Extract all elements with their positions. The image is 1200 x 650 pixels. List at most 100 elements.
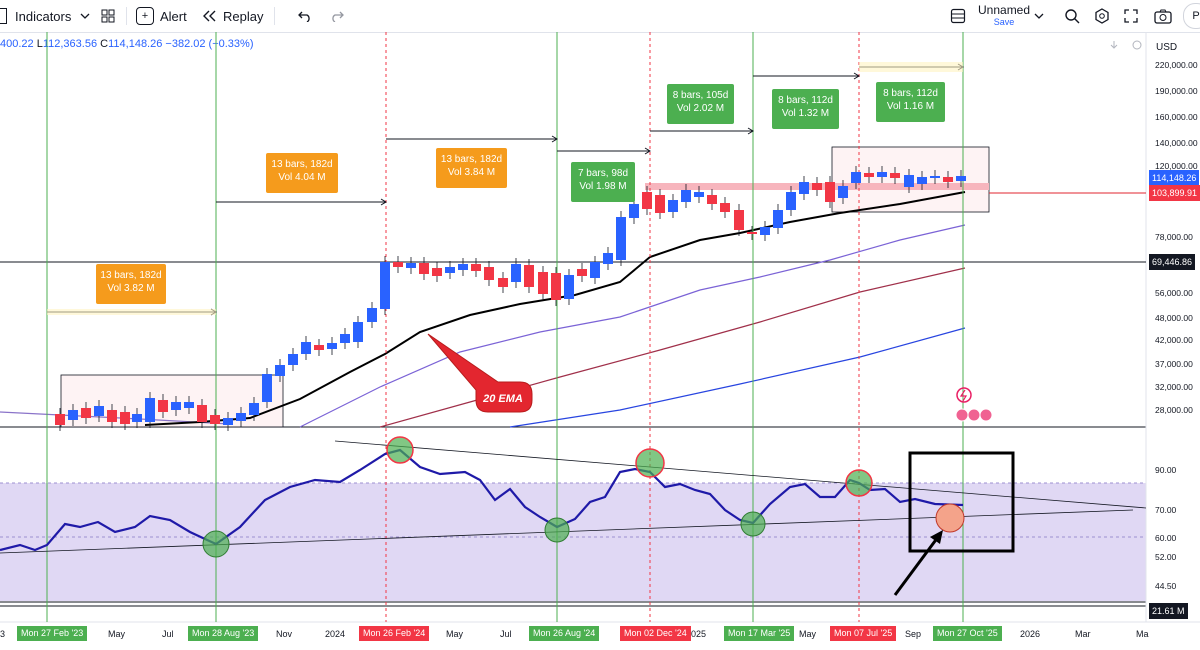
settings-icon-small[interactable] [1132,40,1142,50]
rsi-pivot-high-2 [635,448,665,478]
fullscreen-button[interactable] [1124,0,1138,32]
avatar-letter: P [1183,3,1200,29]
time-axis[interactable]: 3 May Jul Nov 2024 May Jul 2025 May Sep 2026 Mar Ma M… [0,622,1149,650]
toolbar-divider-2 [274,0,275,32]
candle-body [838,186,848,198]
annotation-4[interactable]: 7 bars, 98d Vol 1.98 M [571,162,635,202]
currency-label[interactable]: USD [1156,42,1177,53]
price-tick-label: 190,000.00 [1155,86,1198,96]
layout-save-button[interactable] [950,0,966,32]
candle-body [94,406,104,416]
avatar[interactable]: P [1183,0,1200,32]
price-tick-label: 37,000.00 [1155,359,1193,369]
rsi-pivot-high-3 [845,469,873,497]
download-icon[interactable] [1110,41,1118,49]
time-tag: Mon 27 Oct '25 [933,626,1002,641]
annotation-6[interactable]: 8 bars, 112d Vol 1.32 M [772,89,839,129]
chevron-down-icon [1034,13,1044,19]
flag-icon-1[interactable] [955,408,969,422]
price-tick-label: 220,000.00 [1155,60,1198,70]
candle-body [262,374,272,402]
undo-button[interactable] [298,0,312,32]
candle-body [184,402,194,408]
candle-body [210,415,220,424]
price-tick-label: 28,000.00 [1155,405,1193,415]
time-label: Sep [905,629,922,639]
top-toolbar: Indicators + Alert Replay Unnamed Save P [0,0,1200,33]
rsi-tick-label: 60.00 [1155,533,1177,543]
candle-body [158,400,168,412]
annotation-7[interactable]: 8 bars, 112d Vol 1.16 M [876,82,945,122]
redo-icon [332,11,344,22]
event-icons [955,387,993,422]
redo-button[interactable] [330,0,344,32]
toolbar-divider [126,0,127,32]
annotation-2[interactable]: 13 bars, 182d Vol 4.04 M [266,153,338,193]
time-label: 2026 [1020,629,1041,639]
candle-body [577,269,587,276]
price-tick-label: 56,000.00 [1155,288,1193,298]
time-tag: Mon 07 Jul '25 [830,626,897,641]
time-label: Ma [1136,629,1149,639]
layout-name-label: Unnamed [978,3,1031,17]
time-label: May [799,629,817,639]
candle-body [145,398,155,422]
candle-body [120,412,130,424]
rsi-tick-label: 90.00 [1155,465,1177,475]
search-icon [1065,9,1080,24]
candle-body [590,262,600,278]
quick-search-button[interactable] [1064,0,1080,32]
price-axis[interactable]: 220,000.00 190,000.00 160,000.00 140,000.00… [1155,60,1198,415]
candle-body [380,262,390,309]
consolidation-box-2023 [60,374,284,428]
layout-name[interactable]: Unnamed Save [978,0,1030,32]
candle-body [107,410,117,422]
snapshot-button[interactable] [1154,0,1172,32]
candle-body [642,192,652,209]
alert-button[interactable]: + Alert [136,0,187,32]
annotation-5[interactable]: 8 bars, 105d Vol 2.02 M [667,84,734,124]
candle-body [524,265,534,287]
annotation-1[interactable]: 13 bars, 182d Vol 3.82 M [96,264,166,304]
layouts-button[interactable] [101,0,115,32]
candle-body [603,253,613,264]
layout-save-status: Save [993,17,1015,27]
range-band-2 [859,62,963,72]
candle-body [132,414,142,422]
candle-body [917,177,927,184]
candle-body [681,190,691,202]
candle-body [707,195,717,204]
price-tick-label: 42,000.00 [1155,335,1193,345]
candle-body [747,232,757,234]
candle-body [197,405,207,422]
flag-icon-3[interactable] [979,408,993,422]
indicators-button[interactable]: Indicators [0,0,71,32]
candle-body [327,343,337,349]
indicator-templates-chevron[interactable] [80,0,90,32]
time-label: Nov [276,629,293,639]
time-tag: Mon 26 Aug '24 [529,626,600,641]
time-label: Mar [1075,629,1091,639]
annotation-3[interactable]: 13 bars, 182d Vol 3.84 M [436,148,507,188]
ma-line-purple [299,224,966,428]
chart-canvas[interactable]: 20 EMA 220,000.00 190,000.00 160,000.00 140… [0,32,1200,650]
camera-icon [1154,9,1172,24]
candle-body [786,192,796,210]
time-label: 2024 [325,629,346,639]
replay-button[interactable]: Replay [203,0,263,32]
flag-icon-2[interactable] [967,408,981,422]
candle-body [419,263,429,274]
layout-menu-chevron[interactable] [1034,0,1044,32]
rsi-axis[interactable]: 90.0070.0060.0052.0044.5038.50 [1155,465,1177,614]
rsi-band [0,483,1146,601]
annotation-4-line2: Vol 1.98 M [579,181,627,192]
time-tag: Mon 02 Dec '24 [620,626,691,641]
candle-body [864,173,874,177]
replay-label: Replay [223,8,264,24]
rsi-tick-label: 70.00 [1155,505,1177,515]
settings-button[interactable] [1094,0,1110,32]
price-tick-label: 160,000.00 [1155,112,1198,122]
candle-body [877,172,887,177]
current-price-tag: 114,148.26 [1149,170,1200,186]
candle-body [498,278,508,287]
